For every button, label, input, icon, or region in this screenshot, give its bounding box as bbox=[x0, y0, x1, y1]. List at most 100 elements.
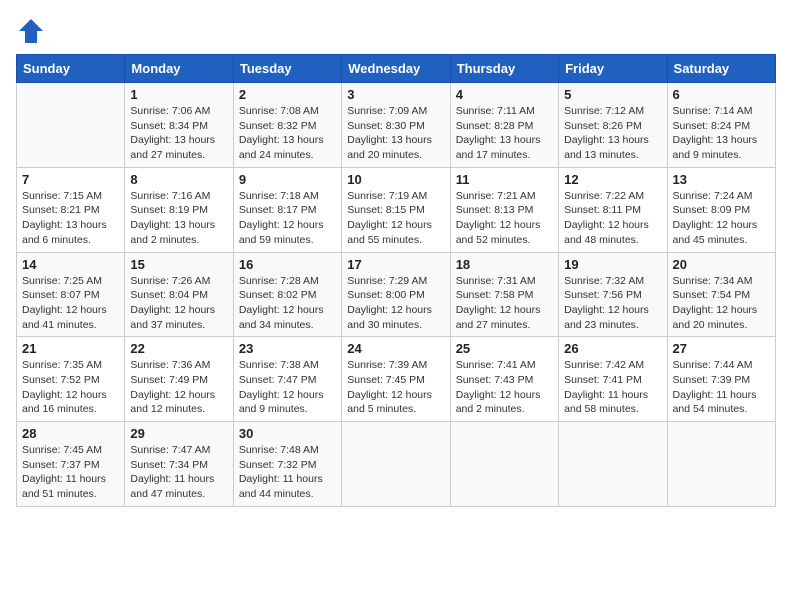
day-number: 11 bbox=[456, 172, 553, 187]
calendar-cell: 5Sunrise: 7:12 AM Sunset: 8:26 PM Daylig… bbox=[559, 83, 667, 168]
calendar-cell: 8 Sunrise: 7:16 AM Sunset: 8:19 PM Daylig… bbox=[125, 167, 233, 252]
day-number: 20 bbox=[673, 257, 770, 272]
day-info: Sunrise: 7:31 AM Sunset: 7:58 PM Dayligh… bbox=[456, 274, 553, 333]
header-cell-wednesday: Wednesday bbox=[342, 55, 450, 83]
calendar-week-3: 14 Sunrise: 7:25 AM Sunset: 8:07 PM Dayli… bbox=[17, 252, 776, 337]
calendar-table: SundayMondayTuesdayWednesdayThursdayFrid… bbox=[16, 54, 776, 507]
day-number: 22 bbox=[130, 341, 227, 356]
day-number: 25 bbox=[456, 341, 553, 356]
calendar-cell: 4 Sunrise: 7:11 AM Sunset: 8:28 PM Daylig… bbox=[450, 83, 558, 168]
day-info: Sunrise: 7:29 AM Sunset: 8:00 PM Dayligh… bbox=[347, 274, 444, 333]
day-info: Sunrise: 7:15 AM Sunset: 8:21 PM Dayligh… bbox=[22, 189, 119, 248]
logo-icon bbox=[16, 16, 46, 46]
day-info: Sunrise: 7:28 AM Sunset: 8:02 PM Dayligh… bbox=[239, 274, 336, 333]
day-number: 28 bbox=[22, 426, 119, 441]
day-info: Sunrise: 7:26 AM Sunset: 8:04 PM Dayligh… bbox=[130, 274, 227, 333]
day-number: 3 bbox=[347, 87, 444, 102]
calendar-cell: 26 Sunrise: 7:42 AM Sunset: 7:41 PM Dayli… bbox=[559, 337, 667, 422]
day-number: 15 bbox=[130, 257, 227, 272]
day-info: Sunrise: 7:42 AM Sunset: 7:41 PM Dayligh… bbox=[564, 358, 661, 417]
day-number: 29 bbox=[130, 426, 227, 441]
day-number: 1 bbox=[130, 87, 227, 102]
calendar-cell: 12Sunrise: 7:22 AM Sunset: 8:11 PM Dayli… bbox=[559, 167, 667, 252]
calendar-cell: 30 Sunrise: 7:48 AM Sunset: 7:32 PM Dayli… bbox=[233, 422, 341, 507]
day-info: Sunrise: 7:39 AM Sunset: 7:45 PM Dayligh… bbox=[347, 358, 444, 417]
calendar-cell: 25 Sunrise: 7:41 AM Sunset: 7:43 PM Dayli… bbox=[450, 337, 558, 422]
day-number: 18 bbox=[456, 257, 553, 272]
calendar-cell: 29 Sunrise: 7:47 AM Sunset: 7:34 PM Dayli… bbox=[125, 422, 233, 507]
calendar-cell: 10 Sunrise: 7:19 AM Sunset: 8:15 PM Dayli… bbox=[342, 167, 450, 252]
calendar-cell: 15 Sunrise: 7:26 AM Sunset: 8:04 PM Dayli… bbox=[125, 252, 233, 337]
calendar-cell: 21Sunrise: 7:35 AM Sunset: 7:52 PM Dayli… bbox=[17, 337, 125, 422]
day-number: 27 bbox=[673, 341, 770, 356]
day-number: 16 bbox=[239, 257, 336, 272]
day-number: 24 bbox=[347, 341, 444, 356]
day-info: Sunrise: 7:25 AM Sunset: 8:07 PM Dayligh… bbox=[22, 274, 119, 333]
calendar-cell bbox=[342, 422, 450, 507]
calendar-cell: 11 Sunrise: 7:21 AM Sunset: 8:13 PM Dayli… bbox=[450, 167, 558, 252]
day-info: Sunrise: 7:45 AM Sunset: 7:37 PM Dayligh… bbox=[22, 443, 119, 502]
calendar-cell: 6 Sunrise: 7:14 AM Sunset: 8:24 PM Daylig… bbox=[667, 83, 775, 168]
day-info: Sunrise: 7:08 AM Sunset: 8:32 PM Dayligh… bbox=[239, 104, 336, 163]
header-cell-sunday: Sunday bbox=[17, 55, 125, 83]
day-number: 10 bbox=[347, 172, 444, 187]
day-info: Sunrise: 7:36 AM Sunset: 7:49 PM Dayligh… bbox=[130, 358, 227, 417]
day-info: Sunrise: 7:19 AM Sunset: 8:15 PM Dayligh… bbox=[347, 189, 444, 248]
calendar-cell: 20 Sunrise: 7:34 AM Sunset: 7:54 PM Dayli… bbox=[667, 252, 775, 337]
calendar-cell bbox=[450, 422, 558, 507]
calendar-week-2: 7 Sunrise: 7:15 AM Sunset: 8:21 PM Daylig… bbox=[17, 167, 776, 252]
calendar-week-1: 1 Sunrise: 7:06 AM Sunset: 8:34 PM Daylig… bbox=[17, 83, 776, 168]
day-info: Sunrise: 7:16 AM Sunset: 8:19 PM Dayligh… bbox=[130, 189, 227, 248]
day-number: 6 bbox=[673, 87, 770, 102]
day-info: Sunrise: 7:18 AM Sunset: 8:17 PM Dayligh… bbox=[239, 189, 336, 248]
calendar-cell: 17Sunrise: 7:29 AM Sunset: 8:00 PM Dayli… bbox=[342, 252, 450, 337]
calendar-cell bbox=[17, 83, 125, 168]
header-cell-friday: Friday bbox=[559, 55, 667, 83]
day-info: Sunrise: 7:34 AM Sunset: 7:54 PM Dayligh… bbox=[673, 274, 770, 333]
calendar-cell: 14 Sunrise: 7:25 AM Sunset: 8:07 PM Dayli… bbox=[17, 252, 125, 337]
day-info: Sunrise: 7:41 AM Sunset: 7:43 PM Dayligh… bbox=[456, 358, 553, 417]
calendar-cell bbox=[667, 422, 775, 507]
day-info: Sunrise: 7:09 AM Sunset: 8:30 PM Dayligh… bbox=[347, 104, 444, 163]
day-info: Sunrise: 7:11 AM Sunset: 8:28 PM Dayligh… bbox=[456, 104, 553, 163]
day-info: Sunrise: 7:47 AM Sunset: 7:34 PM Dayligh… bbox=[130, 443, 227, 502]
day-number: 14 bbox=[22, 257, 119, 272]
page-header bbox=[16, 16, 776, 46]
calendar-cell: 27 Sunrise: 7:44 AM Sunset: 7:39 PM Dayli… bbox=[667, 337, 775, 422]
day-info: Sunrise: 7:12 AM Sunset: 8:26 PM Dayligh… bbox=[564, 104, 661, 163]
day-number: 30 bbox=[239, 426, 336, 441]
header-cell-monday: Monday bbox=[125, 55, 233, 83]
day-number: 7 bbox=[22, 172, 119, 187]
calendar-week-5: 28 Sunrise: 7:45 AM Sunset: 7:37 PM Dayli… bbox=[17, 422, 776, 507]
day-info: Sunrise: 7:06 AM Sunset: 8:34 PM Dayligh… bbox=[130, 104, 227, 163]
calendar-cell: 1 Sunrise: 7:06 AM Sunset: 8:34 PM Daylig… bbox=[125, 83, 233, 168]
calendar-cell: 19Sunrise: 7:32 AM Sunset: 7:56 PM Dayli… bbox=[559, 252, 667, 337]
day-number: 2 bbox=[239, 87, 336, 102]
logo bbox=[16, 16, 50, 46]
day-number: 4 bbox=[456, 87, 553, 102]
header-cell-saturday: Saturday bbox=[667, 55, 775, 83]
calendar-cell bbox=[559, 422, 667, 507]
calendar-cell: 22 Sunrise: 7:36 AM Sunset: 7:49 PM Dayli… bbox=[125, 337, 233, 422]
day-number: 13 bbox=[673, 172, 770, 187]
day-info: Sunrise: 7:14 AM Sunset: 8:24 PM Dayligh… bbox=[673, 104, 770, 163]
day-info: Sunrise: 7:32 AM Sunset: 7:56 PM Dayligh… bbox=[564, 274, 661, 333]
day-info: Sunrise: 7:21 AM Sunset: 8:13 PM Dayligh… bbox=[456, 189, 553, 248]
calendar-cell: 13 Sunrise: 7:24 AM Sunset: 8:09 PM Dayli… bbox=[667, 167, 775, 252]
day-number: 23 bbox=[239, 341, 336, 356]
calendar-header-row: SundayMondayTuesdayWednesdayThursdayFrid… bbox=[17, 55, 776, 83]
calendar-cell: 16 Sunrise: 7:28 AM Sunset: 8:02 PM Dayli… bbox=[233, 252, 341, 337]
day-info: Sunrise: 7:48 AM Sunset: 7:32 PM Dayligh… bbox=[239, 443, 336, 502]
calendar-cell: 7 Sunrise: 7:15 AM Sunset: 8:21 PM Daylig… bbox=[17, 167, 125, 252]
day-number: 26 bbox=[564, 341, 661, 356]
day-number: 8 bbox=[130, 172, 227, 187]
day-info: Sunrise: 7:44 AM Sunset: 7:39 PM Dayligh… bbox=[673, 358, 770, 417]
calendar-cell: 18 Sunrise: 7:31 AM Sunset: 7:58 PM Dayli… bbox=[450, 252, 558, 337]
day-info: Sunrise: 7:38 AM Sunset: 7:47 PM Dayligh… bbox=[239, 358, 336, 417]
day-info: Sunrise: 7:24 AM Sunset: 8:09 PM Dayligh… bbox=[673, 189, 770, 248]
calendar-week-4: 21Sunrise: 7:35 AM Sunset: 7:52 PM Dayli… bbox=[17, 337, 776, 422]
header-cell-tuesday: Tuesday bbox=[233, 55, 341, 83]
day-info: Sunrise: 7:22 AM Sunset: 8:11 PM Dayligh… bbox=[564, 189, 661, 248]
calendar-cell: 28 Sunrise: 7:45 AM Sunset: 7:37 PM Dayli… bbox=[17, 422, 125, 507]
day-number: 21 bbox=[22, 341, 119, 356]
